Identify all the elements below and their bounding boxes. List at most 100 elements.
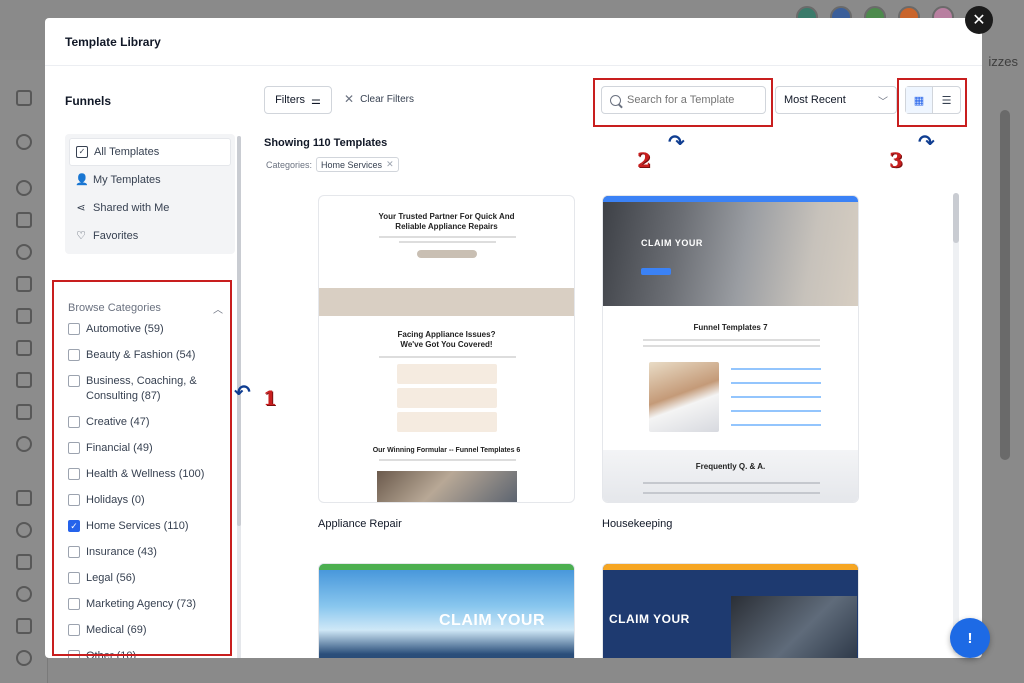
close-button[interactable]: ✕ (965, 6, 993, 34)
annotation-arrow-icon: ↷ (668, 132, 685, 154)
checkbox[interactable] (68, 546, 80, 558)
template-card[interactable]: Your Trusted Partner For Quick And Relia… (318, 195, 575, 503)
menu-item-my-templates[interactable]: 👤 My Templates (69, 166, 231, 194)
checkbox[interactable] (68, 349, 80, 361)
category-item[interactable]: Other (10) (61, 649, 229, 658)
preview-line (731, 424, 821, 426)
search-field[interactable] (601, 86, 766, 114)
menu-item-label: My Templates (93, 174, 161, 186)
category-item[interactable]: Business, Coaching, & Consulting (87) (61, 374, 229, 404)
sort-value: Most Recent (784, 94, 846, 106)
category-item[interactable]: Beauty & Fashion (54) (61, 348, 229, 363)
checkbox[interactable] (68, 650, 80, 658)
category-item[interactable]: Creative (47) (61, 415, 229, 430)
menu-item-favorites[interactable]: ♡ Favorites (69, 222, 231, 250)
badge-icon (16, 586, 32, 602)
checkbox-checked[interactable]: ✓ (68, 520, 80, 532)
category-item[interactable]: Legal (56) (61, 571, 229, 586)
grid-scroll-track[interactable] (953, 193, 959, 653)
clear-filters-button[interactable]: ✕ Clear Filters (344, 92, 414, 106)
close-icon: ✕ (344, 92, 355, 106)
preview-line (731, 396, 821, 398)
list-icon: ☰ (941, 94, 952, 107)
calendar-icon (16, 276, 32, 292)
preview-photo (649, 362, 719, 432)
preview-line (643, 345, 820, 347)
chip-label: Home Services (321, 159, 383, 170)
template-card[interactable]: CLAIM YOUR Funnel Templates 7 Frequently… (602, 195, 859, 503)
category-item[interactable]: Medical (69) (61, 623, 229, 638)
checkbox[interactable] (68, 323, 80, 335)
grid-view-button[interactable]: ▦ (906, 87, 934, 113)
category-item[interactable]: Financial (49) (61, 441, 229, 456)
results-count: Showing 110 Templates (264, 137, 388, 149)
checkbox[interactable] (68, 624, 80, 636)
chevron-up-icon: ︿ (213, 304, 223, 316)
close-icon: ✕ (972, 12, 986, 29)
preview-heading: Frequently Q. & A. (695, 462, 766, 471)
categories-header[interactable]: Browse Categories ︿ (61, 300, 229, 316)
play-icon (16, 522, 32, 538)
category-item[interactable]: Insurance (43) (61, 545, 229, 560)
checkbox[interactable] (68, 598, 80, 610)
sort-dropdown[interactable]: Most Recent ﹀ (775, 86, 897, 114)
checkbox[interactable] (68, 442, 80, 454)
menu-item-shared-with-me[interactable]: ⋖ Shared with Me (69, 194, 231, 222)
annotation-arrow-icon: ↷ (918, 132, 935, 154)
template-preview: Your Trusted Partner For Quick And Relia… (319, 196, 574, 502)
box-icon (16, 372, 32, 388)
annotation-number: 3 (889, 148, 903, 172)
send-icon (16, 490, 32, 506)
category-item[interactable]: Automotive (59) (61, 322, 229, 337)
checkbox[interactable] (68, 468, 80, 480)
menu-item-label: Shared with Me (93, 202, 170, 214)
sidebar-scroll-thumb[interactable] (237, 136, 241, 526)
category-item[interactable]: Marketing Agency (73) (61, 597, 229, 612)
template-preview: CLAIM YOUR (603, 564, 858, 658)
preview-line (379, 356, 516, 358)
template-name: Housekeeping (602, 518, 673, 530)
preview-line (731, 368, 821, 370)
menu-item-all-templates[interactable]: ✓ All Templates (69, 138, 231, 166)
background-sidebar (0, 60, 48, 683)
help-chat-button[interactable]: ! (950, 618, 990, 658)
preview-line (399, 241, 496, 243)
remove-chip-icon[interactable]: ✕ (386, 159, 394, 170)
filters-button[interactable]: Filters ⚌ (264, 86, 332, 114)
user-icon: 👤 (75, 174, 89, 186)
categories-title: Browse Categories (68, 302, 161, 314)
grid-scroll-thumb[interactable] (953, 193, 959, 243)
preview-button (641, 268, 671, 275)
filters-label: Filters (275, 94, 306, 106)
category-label: Other (10) (86, 650, 137, 658)
template-card[interactable]: CLAIM YOUR (318, 563, 575, 658)
image-icon (16, 618, 32, 634)
search-input[interactable] (627, 94, 757, 106)
preview-topbar (319, 564, 574, 570)
preview-line (379, 236, 516, 238)
category-item[interactable]: ✓ Home Services (110) (61, 519, 229, 534)
active-filters: Categories: Home Services ✕ (266, 157, 399, 172)
category-label: Medical (69) (86, 624, 147, 636)
search-icon (610, 94, 621, 106)
clear-filters-label: Clear Filters (360, 93, 414, 105)
chat-icon (16, 244, 32, 260)
category-item[interactable]: Holidays (0) (61, 493, 229, 508)
user-icon (16, 90, 32, 106)
list-view-button[interactable]: ☰ (933, 87, 960, 113)
template-card[interactable]: CLAIM YOUR (602, 563, 859, 658)
checkbox[interactable] (68, 416, 80, 428)
category-label: Marketing Agency (73) (86, 598, 197, 610)
template-library-modal: Template Library Funnels ✓ All Templates… (45, 18, 982, 658)
preview-line (643, 492, 820, 494)
checkbox[interactable] (68, 494, 80, 506)
preview-line (643, 482, 820, 484)
checkbox[interactable] (68, 375, 80, 387)
checkbox[interactable] (68, 572, 80, 584)
filter-chip[interactable]: Home Services ✕ (316, 157, 399, 172)
preview-photo (731, 596, 857, 658)
category-list: Automotive (59) Beauty & Fashion (54) Busi… (61, 322, 229, 658)
grid-icon (16, 212, 32, 228)
category-item[interactable]: Health & Wellness (100) (61, 467, 229, 482)
category-label: Beauty & Fashion (54) (86, 349, 196, 361)
